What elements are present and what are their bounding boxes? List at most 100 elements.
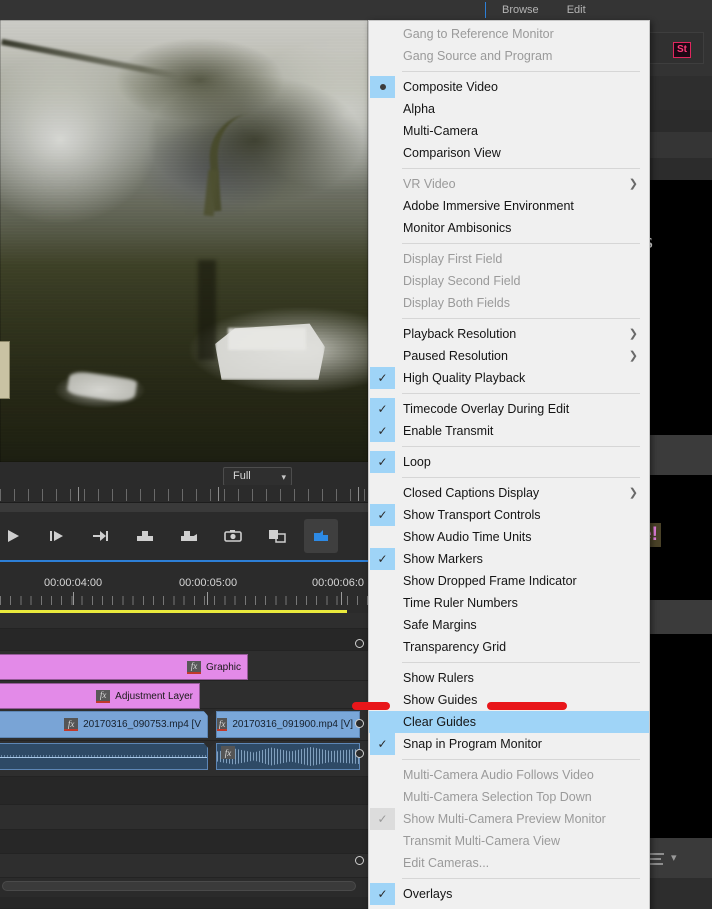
play-icon [8, 530, 19, 542]
menu-item-multi-camera-audio-follows-video: Multi-Camera Audio Follows Video [369, 764, 649, 786]
menu-item-show-markers[interactable]: ✓ Show Markers [369, 548, 649, 570]
menu-item-clear-guides[interactable]: Clear Guides [369, 711, 649, 733]
menu-item-label: Display Both Fields [403, 296, 510, 310]
menu-item-label: Show Transport Controls [403, 508, 541, 522]
go-to-out-button[interactable] [84, 519, 118, 553]
menu-item-show-audio-time-units[interactable]: Show Audio Time Units [369, 526, 649, 548]
timeline-horizontal-scrollbar[interactable] [2, 881, 356, 891]
checkmark-icon: ✓ [370, 451, 395, 473]
menu-item-show-rulers[interactable]: Show Rulers [369, 667, 649, 689]
track-row[interactable] [0, 629, 368, 651]
clip-label: 20170316_090753.mp4 [V [83, 719, 201, 730]
menu-item-multi-camera[interactable]: Multi-Camera [369, 120, 649, 142]
adobe-stock-icon[interactable]: St [673, 42, 691, 58]
chevron-down-icon[interactable]: ▾ [671, 851, 677, 864]
menu-item-time-ruler-numbers[interactable]: Time Ruler Numbers [369, 592, 649, 614]
menu-item-display-second-field: Display Second Field [369, 270, 649, 292]
clip-handle[interactable] [355, 749, 364, 758]
ruler-ticks [0, 489, 368, 501]
menu-item-label: Composite Video [403, 80, 498, 94]
menu-item-safe-margins[interactable]: Safe Margins [369, 614, 649, 636]
timeline-clip-graphic[interactable]: fx Graphic [0, 654, 248, 680]
monitor-time-ruler[interactable] [0, 485, 368, 503]
timeline-clip-video-1[interactable]: fx 20170316_090753.mp4 [V [0, 711, 208, 738]
menu-item-show-transport-controls[interactable]: ✓ Show Transport Controls [369, 504, 649, 526]
timeline-tracks: fx Graphic fx Adjustment Layer fx 201703… [0, 613, 368, 909]
timeline-major-tick [207, 592, 208, 605]
menu-item-label: Comparison View [403, 146, 501, 160]
mark-out-button[interactable] [172, 519, 206, 553]
timeline-clip-video-2[interactable]: fx 20170316_091900.mp4 [V] [216, 711, 360, 738]
play-button[interactable] [0, 519, 30, 553]
clip-handle[interactable] [355, 639, 364, 648]
checkmark-icon: ✓ [370, 883, 395, 905]
timeline-ticks [0, 596, 368, 605]
timeline-audio-clip-1[interactable] [0, 743, 208, 770]
menu-item-high-quality-playback[interactable]: ✓ High Quality Playback [369, 367, 649, 389]
menu-item-timecode-overlay-during-edit[interactable]: ✓ Timecode Overlay During Edit [369, 398, 649, 420]
menu-item-label: Show Rulers [403, 671, 474, 685]
menu-item-label: Time Ruler Numbers [403, 596, 518, 610]
program-monitor-context-menu[interactable]: Gang to Reference Monitor Gang Source and… [368, 20, 650, 909]
menu-item-show-dropped-frame-indicator[interactable]: Show Dropped Frame Indicator [369, 570, 649, 592]
menu-icon[interactable] [650, 853, 664, 868]
menu-item-playback-resolution[interactable]: Playback Resolution ❯ [369, 323, 649, 345]
tab-edit[interactable]: Edit [553, 0, 600, 20]
monitor-scrub-bar[interactable] [0, 503, 368, 512]
menu-item-enable-transmit[interactable]: ✓ Enable Transmit [369, 420, 649, 442]
program-monitor[interactable] [0, 20, 368, 462]
chevron-down-icon[interactable]: ▾ [281, 472, 286, 483]
menu-item-label: Adobe Immersive Environment [403, 199, 574, 213]
export-frame-button[interactable] [216, 519, 250, 553]
audio-waveform-line [0, 756, 207, 758]
menu-separator [402, 759, 640, 760]
menu-item-comparison-view[interactable]: Comparison View [369, 142, 649, 164]
menu-item-overlays[interactable]: ✓ Overlays [369, 883, 649, 905]
track-row[interactable] [0, 897, 368, 909]
menubar: Browse Edit [0, 0, 712, 20]
lift-button[interactable] [260, 519, 294, 553]
tab-browse[interactable]: Browse [488, 0, 553, 20]
chevron-right-icon: ❯ [628, 487, 638, 499]
track-row[interactable] [0, 830, 368, 854]
clip-handle[interactable] [355, 856, 364, 865]
track-row[interactable] [0, 854, 368, 878]
menu-item-monitor-ambisonics[interactable]: Monitor Ambisonics [369, 217, 649, 239]
mark-in-button[interactable] [128, 519, 162, 553]
menu-item-paused-resolution[interactable]: Paused Resolution ❯ [369, 345, 649, 367]
menu-item-overlay-settings[interactable]: Overlay Settings❯ [369, 905, 649, 909]
menu-item-transparency-grid[interactable]: Transparency Grid [369, 636, 649, 658]
menu-item-gang-to-reference-monitor: Gang to Reference Monitor [369, 23, 649, 45]
menu-item-adobe-immersive-environment[interactable]: Adobe Immersive Environment [369, 195, 649, 217]
menu-item-closed-captions-display[interactable]: Closed Captions Display ❯ [369, 482, 649, 504]
timeline-ruler[interactable]: 00:00:04:00 00:00:05:00 00:00:06:0 [0, 564, 368, 610]
timeline-panel[interactable]: 00:00:04:00 00:00:05:00 00:00:06:0 fx Gr… [0, 564, 368, 909]
track-row[interactable] [0, 613, 368, 629]
clip-label: 20170316_091900.mp4 [V] [232, 719, 353, 730]
clip-label: Graphic [205, 661, 241, 673]
menu-item-label: Display First Field [403, 252, 503, 266]
export-active-icon [314, 530, 328, 541]
menu-item-label: Gang Source and Program [403, 49, 553, 63]
menu-item-label: Transmit Multi-Camera View [403, 834, 560, 848]
red-annotation-mark-right [487, 702, 567, 710]
menu-item-snap-in-program-monitor[interactable]: ✓ Snap in Program Monitor [369, 733, 649, 755]
track-row[interactable] [0, 777, 368, 805]
mark-out-icon [181, 531, 197, 541]
timeline-clip-adjustment-layer[interactable]: fx Adjustment Layer [0, 683, 200, 709]
step-forward-button[interactable] [40, 519, 74, 553]
ruler-major-tick [218, 487, 219, 501]
clip-handle[interactable] [355, 719, 364, 728]
menu-separator [402, 168, 640, 169]
timeline-audio-clip-2[interactable]: fx [216, 743, 360, 770]
extract-button[interactable] [304, 519, 338, 553]
menu-item-label: Monitor Ambisonics [403, 221, 512, 235]
track-row[interactable] [0, 805, 368, 830]
menu-item-composite-video[interactable]: Composite Video [369, 76, 649, 98]
menu-item-label: Transparency Grid [403, 640, 507, 654]
menu-separator [402, 446, 640, 447]
menu-item-label: Timecode Overlay During Edit [403, 402, 570, 416]
transport-controls [0, 512, 368, 562]
menu-item-loop[interactable]: ✓ Loop [369, 451, 649, 473]
menu-item-alpha[interactable]: Alpha [369, 98, 649, 120]
